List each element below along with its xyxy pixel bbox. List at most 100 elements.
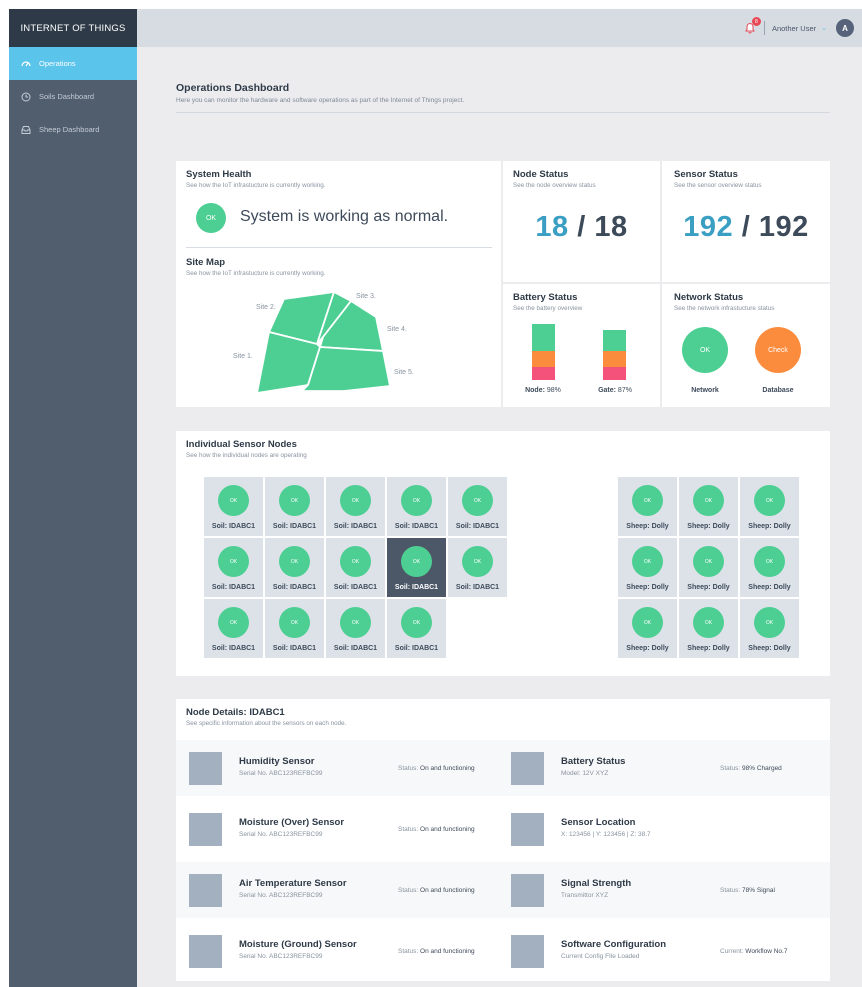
- chevron-down-icon[interactable]: ⌄: [821, 24, 827, 32]
- network-ok-badge[interactable]: OK: [682, 327, 728, 373]
- soil-node-tile[interactable]: OK Soil: IDABC1: [204, 477, 263, 536]
- avatar[interactable]: A: [836, 19, 854, 37]
- sensor-subtitle: Serial No. ABC123REFBC99: [239, 831, 323, 838]
- sensor-thumbnail: [511, 813, 544, 846]
- sheep-node-tile[interactable]: OK Sheep: Dolly: [618, 599, 677, 658]
- soil-node-tile[interactable]: OK Soil: IDABC1: [326, 477, 385, 536]
- user-name[interactable]: Another User: [772, 24, 816, 33]
- sensor-thumbnail: [189, 813, 222, 846]
- node-label: Soil: IDABC1: [211, 584, 256, 591]
- sensor-status: Status: On and functioning: [398, 887, 475, 894]
- sidebar-item-label: Operations: [39, 59, 76, 68]
- battery-status-subtitle: See the battery overview: [513, 305, 583, 312]
- sheep-node-tile[interactable]: OK Sheep: Dolly: [679, 599, 738, 658]
- node-label: Soil: IDABC1: [272, 584, 317, 591]
- sensor-subtitle: Model: 12V XYZ: [561, 770, 609, 777]
- node-status-badge: OK: [340, 607, 371, 638]
- node-status-badge: OK: [340, 485, 371, 516]
- node-status-badge: OK: [693, 485, 724, 516]
- sheep-node-tile[interactable]: OK Sheep: Dolly: [740, 477, 799, 536]
- sidebar-item-operations[interactable]: Operations: [9, 47, 137, 80]
- site-label-1: Site 1.: [233, 353, 253, 360]
- node-status-badge: OK: [754, 607, 785, 638]
- node-status-badge: OK: [279, 607, 310, 638]
- sensor-status-value: On and functioning: [420, 765, 475, 772]
- sensor-status: Status: 98% Charged: [720, 765, 782, 772]
- notification-count-badge: 8: [751, 17, 761, 26]
- site-label-3: Site 3.: [356, 293, 376, 300]
- network-label: Network: [691, 387, 719, 394]
- sensor-thumbnail: [511, 752, 544, 785]
- node-label: Soil: IDABC1: [333, 523, 378, 530]
- sensor-status-key: Current:: [720, 948, 744, 955]
- sidebar-item-soils-dashboard[interactable]: Soils Dashboard: [9, 80, 137, 113]
- node-status-badge: OK: [632, 607, 663, 638]
- node-status-badge: OK: [218, 485, 249, 516]
- notifications-button[interactable]: 8: [743, 17, 761, 35]
- sensor-name: Air Temperature Sensor: [239, 878, 347, 889]
- sensor-subtitle: Current Config FIle Loaded: [561, 953, 640, 960]
- soil-node-tile[interactable]: OK Soil: IDABC1: [387, 538, 446, 597]
- sensor-name: Software Configuration: [561, 939, 667, 950]
- sheep-node-tile[interactable]: OK Sheep: Dolly: [618, 538, 677, 597]
- battery-label-node-key: Node:: [525, 387, 545, 394]
- sensor-status-key: Status:: [720, 887, 741, 894]
- site-label-2: Site 2.: [256, 304, 276, 311]
- soil-node-tile[interactable]: OK Soil: IDABC1: [326, 538, 385, 597]
- sensor-status-card: Sensor Status See the sensor overview st…: [662, 161, 830, 282]
- sheep-node-tile[interactable]: OK Sheep: Dolly: [740, 538, 799, 597]
- node-label: Soil: IDABC1: [211, 645, 256, 652]
- node-details-subtitle: See specific information about the senso…: [186, 720, 347, 727]
- soil-node-tile[interactable]: OK Soil: IDABC1: [204, 599, 263, 658]
- node-label: Sheep: Dolly: [626, 584, 669, 591]
- sensor-nodes-card: Individual Sensor Nodes See how the indi…: [176, 431, 830, 676]
- soil-node-tile[interactable]: OK Soil: IDABC1: [448, 538, 507, 597]
- soil-node-tile[interactable]: OK Soil: IDABC1: [448, 477, 507, 536]
- node-status-badge: OK: [693, 607, 724, 638]
- node-label: Soil: IDABC1: [394, 584, 439, 591]
- node-status-badge: OK: [218, 607, 249, 638]
- sheep-node-tile[interactable]: OK Sheep: Dolly: [679, 477, 738, 536]
- sensor-thumbnail: [189, 752, 222, 785]
- sensor-status-count: 192 / 192: [662, 211, 830, 244]
- main-content: Operations Dashboard Here you can monito…: [137, 47, 862, 987]
- node-details-card: Node Details: IDABC1 See specific inform…: [176, 699, 830, 981]
- node-status-badge: OK: [279, 485, 310, 516]
- soil-node-tile[interactable]: OK Soil: IDABC1: [326, 599, 385, 658]
- network-status-card: Network Status See the network infrastuc…: [662, 284, 830, 407]
- soil-node-tile[interactable]: OK Soil: IDABC1: [387, 477, 446, 536]
- sensor-status-key: Status:: [398, 948, 419, 955]
- sensor-status-active: 192: [683, 211, 734, 243]
- page-divider: [176, 112, 830, 113]
- battery-bar-node-red: [532, 367, 555, 380]
- node-label: Sheep: Dolly: [748, 584, 791, 591]
- site-label-5: Site 5.: [394, 369, 414, 376]
- node-status-active: 18: [535, 211, 569, 243]
- sensor-subtitle: Serial No. ABC123REFBC99: [239, 953, 323, 960]
- node-status-badge: OK: [632, 546, 663, 577]
- sensor-status-value: 98% Charged: [742, 765, 782, 772]
- sensor-status-key: Status:: [720, 765, 741, 772]
- sensor-name: Humidity Sensor: [239, 756, 315, 767]
- sidebar-item-sheep-dashboard[interactable]: Sheep Dashboard: [9, 113, 137, 146]
- database-label: Database: [762, 387, 794, 394]
- soil-node-tile[interactable]: OK Soil: IDABC1: [265, 477, 324, 536]
- soil-node-tile[interactable]: OK Soil: IDABC1: [387, 599, 446, 658]
- sensor-status-slash: /: [741, 211, 751, 243]
- database-check-badge[interactable]: Check: [755, 327, 801, 373]
- soil-node-tile[interactable]: OK Soil: IDABC1: [265, 538, 324, 597]
- battery-bar-gate-red: [603, 367, 626, 380]
- node-status-title: Node Status: [513, 169, 569, 180]
- sheep-node-tile[interactable]: OK Sheep: Dolly: [679, 538, 738, 597]
- sensor-nodes-subtitle: See how the individual nodes are operati…: [186, 452, 307, 459]
- dashboard-icon: [21, 59, 31, 69]
- node-label: Soil: IDABC1: [333, 645, 378, 652]
- sheep-node-tile[interactable]: OK Sheep: Dolly: [618, 477, 677, 536]
- soil-node-tile[interactable]: OK Soil: IDABC1: [265, 599, 324, 658]
- node-status-badge: OK: [754, 546, 785, 577]
- node-label: Sheep: Dolly: [626, 645, 669, 652]
- soil-node-tile[interactable]: OK Soil: IDABC1: [204, 538, 263, 597]
- sheep-node-tile[interactable]: OK Sheep: Dolly: [740, 599, 799, 658]
- node-status-slash: /: [577, 211, 586, 243]
- app-frame: INTERNET OF THINGS Operations Soils Dash…: [9, 9, 862, 987]
